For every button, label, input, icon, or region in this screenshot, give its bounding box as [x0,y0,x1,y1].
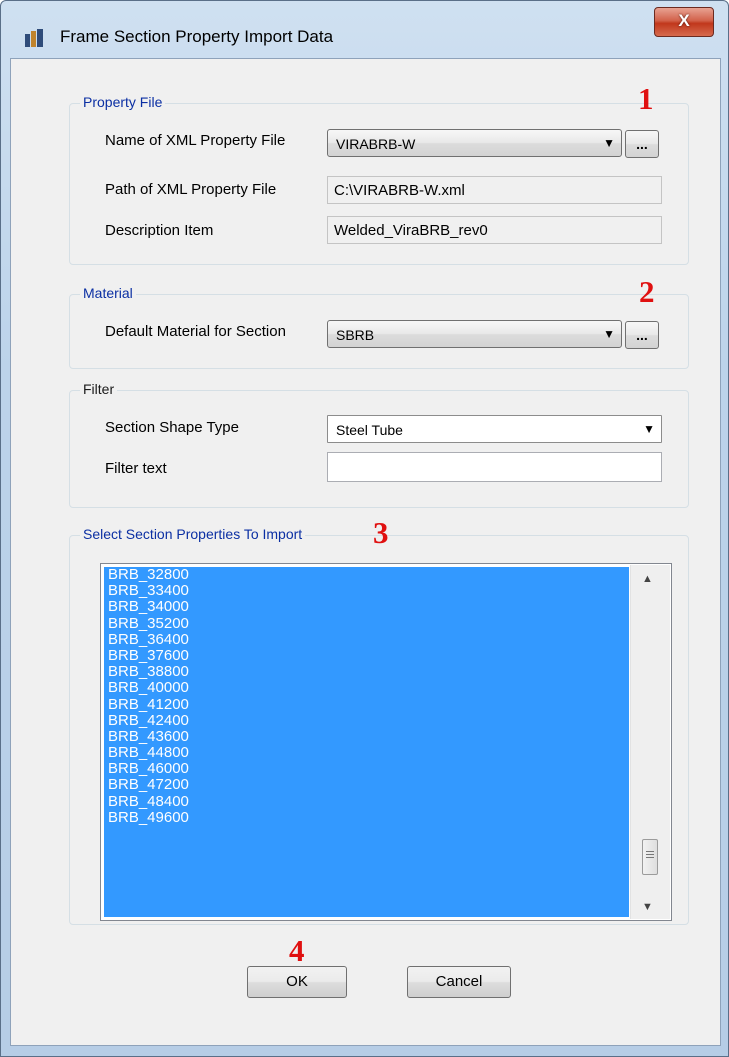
shape-type-label: Section Shape Type [105,419,239,436]
scroll-up-icon[interactable]: ▲ [642,573,653,585]
list-item[interactable]: BRB_40000 [104,680,629,696]
filter-text-label: Filter text [105,460,167,477]
filter-title: Filter [80,381,118,397]
app-icon [25,29,43,47]
title-bar[interactable]: Frame Section Property Import Data X [1,1,728,47]
list-item[interactable]: BRB_36400 [104,631,629,648]
dialog-client-area: Property File 1 Name of XML Property Fil… [10,58,721,1046]
annotation-4: 4 [289,933,305,968]
section-list: BRB_32800 BRB_33400 BRB_34000 BRB_35200 BRB_… [104,567,629,917]
close-icon: X [678,11,690,30]
list-item[interactable]: BRB_34000 [104,599,629,615]
material-browse-button[interactable]: ... [625,321,659,349]
chevron-down-icon: ▼ [643,422,655,436]
ok-button[interactable]: OK [247,966,347,998]
list-item[interactable]: BRB_33400 [104,583,629,599]
list-item[interactable]: BRB_44800 [104,744,629,761]
shape-type-value: Steel Tube [336,422,403,438]
shape-type-dropdown[interactable]: Steel Tube ▼ [327,415,662,443]
chevron-down-icon: ▼ [603,136,615,150]
scroll-thumb[interactable] [642,839,658,875]
list-item[interactable]: BRB_37600 [104,647,629,664]
section-properties-listbox[interactable]: BRB_32800 BRB_33400 BRB_34000 BRB_35200 BRB_… [100,563,672,921]
cancel-button[interactable]: Cancel [407,966,511,998]
list-scrollbar[interactable]: ▲ ▼ [630,565,670,919]
list-item[interactable]: BRB_49600 [104,809,629,826]
grip-icon [646,851,654,852]
xml-browse-button[interactable]: ... [625,130,659,158]
list-item[interactable]: BRB_32800 [104,567,629,583]
default-material-dropdown[interactable]: SBRB ▼ [327,320,622,348]
list-item[interactable]: BRB_38800 [104,664,629,680]
description-label: Description Item [105,222,214,239]
default-material-label: Default Material for Section [105,323,286,340]
annotation-3: 3 [373,515,389,550]
window-title: Frame Section Property Import Data [60,27,334,46]
list-item[interactable]: BRB_35200 [104,615,629,632]
dialog-window: Frame Section Property Import Data X Pro… [0,0,729,1057]
close-button[interactable]: X [654,7,714,37]
scroll-down-icon[interactable]: ▼ [642,901,653,913]
xml-name-label: Name of XML Property File [105,132,286,149]
annotation-1: 1 [638,81,654,116]
description-field: Welded_ViraBRB_rev0 [327,216,662,244]
list-item[interactable]: BRB_43600 [104,728,629,745]
list-item[interactable]: BRB_41200 [104,696,629,713]
list-item[interactable]: BRB_48400 [104,793,629,810]
default-material-value: SBRB [336,327,375,343]
property-file-title: Property File [80,94,166,110]
list-item[interactable]: BRB_42400 [104,712,629,729]
xml-path-field: C:\VIRABRB-W.xml [327,176,662,204]
list-item[interactable]: BRB_46000 [104,761,629,777]
import-title: Select Section Properties To Import [80,526,306,542]
list-item[interactable]: BRB_47200 [104,777,629,793]
xml-file-value: VIRABRB-W [336,136,416,152]
filter-text-input[interactable] [327,452,662,482]
annotation-2: 2 [639,274,655,309]
material-title: Material [80,285,136,301]
filter-group: Filter [69,381,689,508]
xml-path-label: Path of XML Property File [105,181,277,198]
xml-file-dropdown[interactable]: VIRABRB-W ▼ [327,129,622,157]
chevron-down-icon: ▼ [603,327,615,341]
